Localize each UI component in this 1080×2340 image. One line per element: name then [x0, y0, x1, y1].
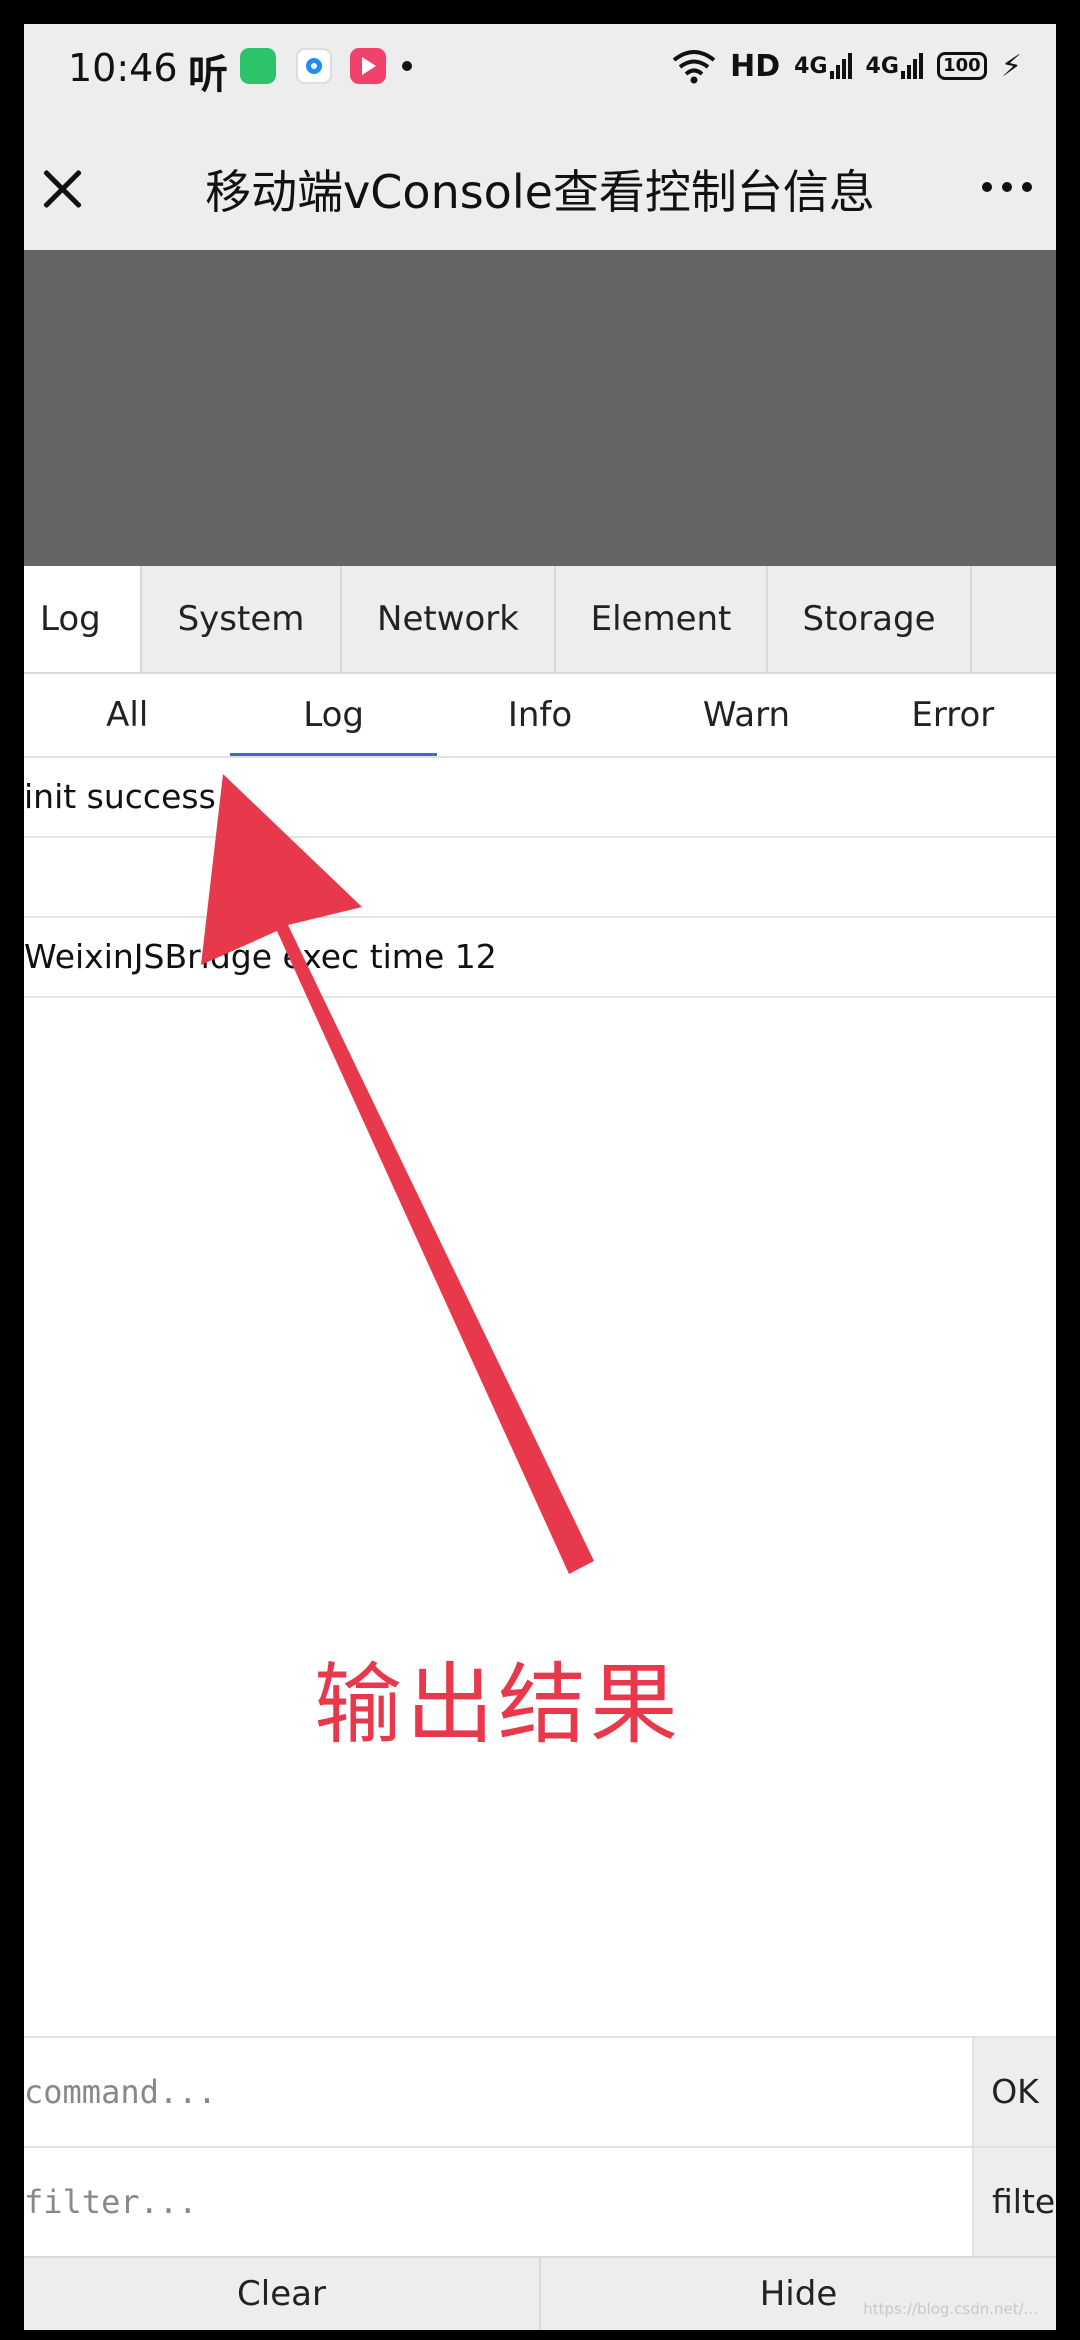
clear-button[interactable]: Clear: [24, 2258, 539, 2330]
green-app-icon: [240, 48, 276, 84]
tab-storage[interactable]: Storage: [768, 566, 972, 672]
log-item: [24, 838, 1056, 918]
signal-icon-2: 4G: [866, 53, 923, 79]
tab-log[interactable]: Log: [24, 566, 142, 672]
nav-bar: 移动端vConsole查看控制台信息: [24, 134, 1056, 250]
status-right: HD 4G 4G 100 ⚡: [672, 48, 1022, 84]
blue-app-icon: [296, 48, 332, 84]
filter-bar: filter: [24, 2146, 1056, 2256]
annotation-text: 输出结果: [314, 1653, 683, 1756]
vconsole-toolbar: Clear Hide: [24, 2256, 1056, 2330]
ting-app-icon: 听: [188, 52, 228, 98]
wifi-icon: [672, 50, 716, 84]
vconsole-tabbar: Log System Network Element Storage: [24, 566, 1056, 674]
tab-system[interactable]: System: [142, 566, 342, 672]
filter-input[interactable]: [24, 2148, 972, 2256]
log-item: init success: [24, 758, 1056, 838]
network-type-2: 4G: [865, 54, 899, 79]
status-bar: 10:46 听 HD 4G 4G 100 ⚡: [24, 24, 1056, 134]
subtab-warn[interactable]: Warn: [643, 674, 849, 756]
subtab-info[interactable]: Info: [437, 674, 643, 756]
log-item: WeixinJSBridge exec time 12: [24, 918, 1056, 998]
charging-bolt-icon: ⚡: [1000, 48, 1022, 84]
video-app-icon: [350, 48, 386, 84]
status-time: 10:46: [68, 46, 178, 90]
command-input[interactable]: [24, 2038, 972, 2146]
subtab-error[interactable]: Error: [850, 674, 1056, 756]
more-icon[interactable]: [982, 182, 1032, 192]
network-type-1: 4G: [794, 54, 828, 79]
log-list: init success WeixinJSBridge exec time 12: [24, 758, 1056, 998]
subtab-all[interactable]: All: [24, 674, 230, 756]
signal-icon-1: 4G: [794, 53, 852, 79]
ok-button[interactable]: OK: [972, 2038, 1056, 2146]
tab-network[interactable]: Network: [342, 566, 556, 672]
phone-screen: 10:46 听 HD 4G 4G 100 ⚡ 移动端vConsole查看控制台信…: [24, 24, 1056, 2330]
watermark: https://blog.csdn.net/...: [863, 2300, 1038, 2318]
hide-button[interactable]: Hide: [539, 2258, 1056, 2330]
hd-icon: HD: [730, 48, 781, 84]
close-icon[interactable]: [38, 164, 88, 214]
subtab-log[interactable]: Log: [230, 674, 438, 756]
page-title: 移动端vConsole查看控制台信息: [205, 165, 875, 219]
vconsole-mask[interactable]: [24, 250, 1056, 566]
filter-button[interactable]: filter: [972, 2148, 1056, 2256]
tab-element[interactable]: Element: [556, 566, 768, 672]
battery-icon: 100: [936, 52, 987, 80]
command-bar: OK: [24, 2036, 1056, 2146]
log-filter-tabs: All Log Info Warn Error: [24, 674, 1056, 758]
notification-dot-icon: [402, 61, 412, 71]
